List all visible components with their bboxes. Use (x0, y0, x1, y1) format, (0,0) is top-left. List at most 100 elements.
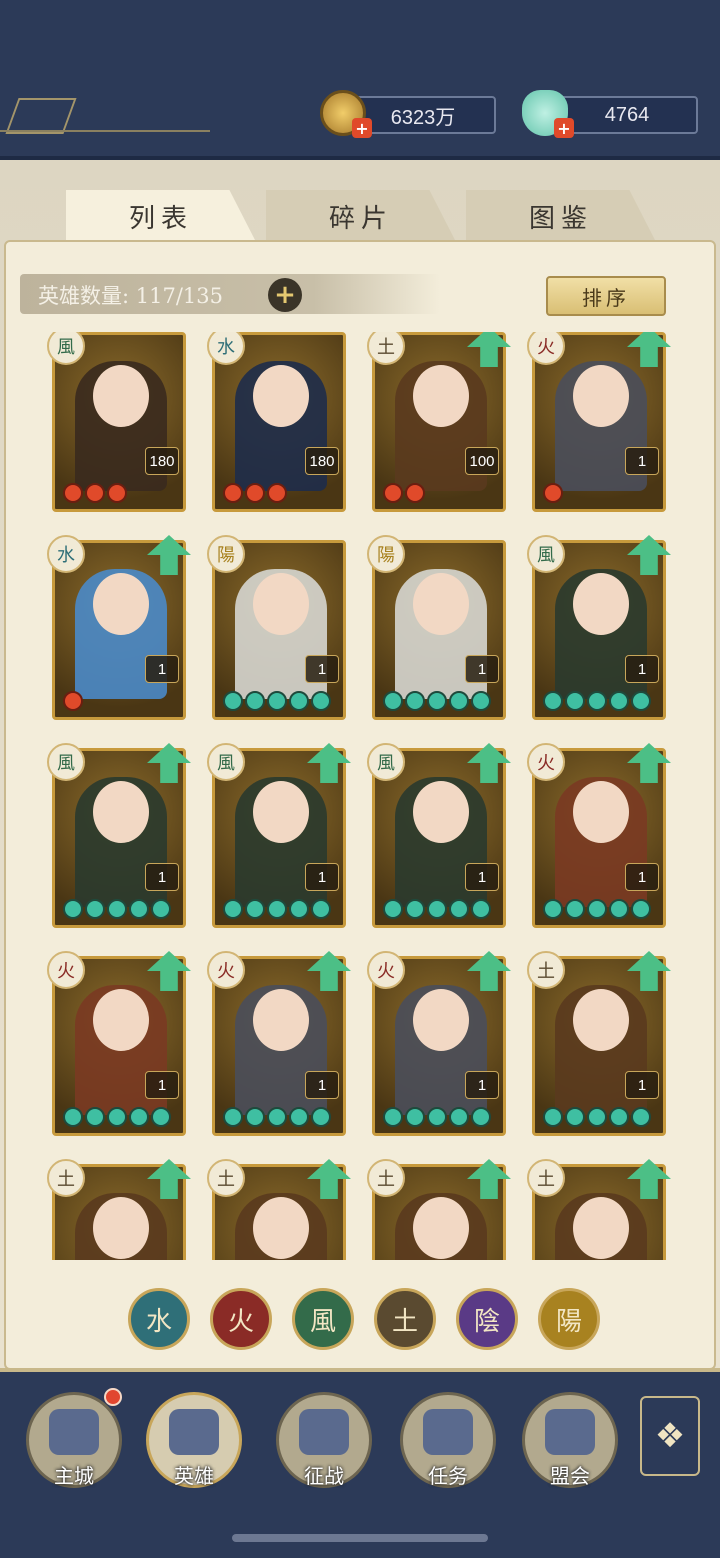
home-indicator[interactable] (232, 1534, 488, 1542)
hero-level: 1 (465, 655, 499, 683)
element-badge-icon: 土 (527, 951, 565, 989)
star-icon (289, 899, 309, 919)
upgrade-arrow-icon (147, 951, 191, 991)
hero-card[interactable]: 水1 (47, 535, 191, 720)
sort-button[interactable]: 排序 (546, 276, 666, 316)
hero-card[interactable]: 土 100 (367, 332, 511, 512)
hero-card[interactable]: 火1 (527, 743, 671, 928)
hero-face (93, 989, 149, 1051)
upgrade-arrow-icon (627, 743, 671, 783)
element-badge-icon: 風 (47, 743, 85, 781)
star-icon (383, 899, 403, 919)
hero-card[interactable]: 土 (47, 1159, 191, 1260)
hero-card[interactable]: 陽1 (367, 535, 506, 720)
hero-face (573, 573, 629, 635)
star-icon (587, 1107, 607, 1127)
hero-face (93, 1197, 149, 1259)
filter-yin-button[interactable]: 陰 (456, 1288, 518, 1350)
guild-pavilion-icon (545, 1409, 595, 1455)
star-icon (245, 483, 265, 503)
star-icon (449, 1107, 469, 1127)
hero-card[interactable]: 水 180 (207, 332, 346, 512)
filter-wind-button[interactable]: 風 (292, 1288, 354, 1350)
element-badge-icon: 火 (527, 332, 565, 365)
expand-hero-slots-button[interactable]: + (268, 278, 302, 312)
star-icon (471, 691, 491, 711)
star-rating (543, 691, 651, 711)
add-jade-button[interactable]: + (554, 118, 574, 138)
hero-level: 100 (465, 447, 499, 475)
hero-face (253, 989, 309, 1051)
star-rating (223, 1107, 331, 1127)
star-icon (383, 1107, 403, 1127)
hero-card[interactable]: 風1 (207, 743, 351, 928)
hero-level: 1 (465, 1071, 499, 1099)
hero-face (573, 1197, 629, 1259)
filter-earth-button[interactable]: 土 (374, 1288, 436, 1350)
filter-yang-button[interactable]: 陽 (538, 1288, 600, 1350)
hero-card[interactable]: 風1 (47, 743, 191, 928)
star-icon (609, 1107, 629, 1127)
hero-card[interactable]: 火1 (47, 951, 191, 1136)
star-icon (609, 691, 629, 711)
hero-grid-viewport[interactable]: 風 180 水 180 土 100 火 1 水 1 陽 1 陽 1 風 1 風 1 風 1 風 1 火 1 火 1 火 1 火 1 土 1 土土… (40, 332, 680, 1260)
star-rating (63, 899, 171, 919)
tab-fragments[interactable]: 碎片 (266, 190, 456, 242)
hero-level: 180 (145, 447, 179, 475)
star-icon (63, 483, 83, 503)
hero-face (93, 781, 149, 843)
star-rating (383, 483, 425, 503)
star-icon (405, 483, 425, 503)
element-badge-icon: 風 (367, 743, 405, 781)
hero-card[interactable]: 火1 (367, 951, 511, 1136)
hero-card[interactable]: 陽1 (207, 535, 346, 720)
star-icon (245, 899, 265, 919)
star-icon (311, 1107, 331, 1127)
add-coins-button[interactable]: + (352, 118, 372, 138)
element-badge-icon: 水 (207, 332, 245, 365)
hero-card[interactable]: 火1 (207, 951, 351, 1136)
star-icon (267, 1107, 287, 1127)
element-badge-icon: 水 (47, 535, 85, 573)
tab-codex[interactable]: 图鉴 (466, 190, 656, 242)
filter-fire-button[interactable]: 火 (210, 1288, 272, 1350)
star-icon (383, 691, 403, 711)
star-icon (311, 691, 331, 711)
element-badge-icon: 風 (527, 535, 565, 573)
star-icon (63, 899, 83, 919)
filter-water-button[interactable]: 水 (128, 1288, 190, 1350)
hero-card[interactable]: 土 (527, 1159, 671, 1260)
star-icon (107, 899, 127, 919)
hero-level: 1 (465, 863, 499, 891)
star-icon (405, 1107, 425, 1127)
star-rating (223, 691, 331, 711)
hero-card[interactable]: 風 180 (47, 332, 186, 512)
hero-card[interactable]: 風1 (367, 743, 511, 928)
star-rating (543, 483, 563, 503)
tab-list[interactable]: 列表 (66, 190, 256, 242)
star-icon (223, 1107, 243, 1127)
star-icon (471, 1107, 491, 1127)
hero-card[interactable]: 土 (367, 1159, 511, 1260)
star-icon (427, 1107, 447, 1127)
star-icon (405, 691, 425, 711)
hero-level: 1 (625, 655, 659, 683)
element-badge-icon: 火 (47, 951, 85, 989)
hero-card[interactable]: 土1 (527, 951, 671, 1136)
star-rating (63, 483, 127, 503)
hero-face (253, 365, 309, 427)
upgrade-arrow-icon (627, 535, 671, 575)
star-icon (471, 899, 491, 919)
star-rating (383, 691, 491, 711)
star-icon (107, 483, 127, 503)
hero-card[interactable]: 土 (207, 1159, 351, 1260)
upgrade-arrow-icon (467, 332, 511, 367)
hero-level: 1 (305, 863, 339, 891)
hero-level: 1 (625, 863, 659, 891)
star-icon (631, 1107, 651, 1127)
hero-card[interactable]: 火1 (527, 332, 671, 512)
upgrade-arrow-icon (147, 535, 191, 575)
upgrade-arrow-icon (467, 1159, 511, 1199)
more-menu-button[interactable]: ❖ (640, 1396, 700, 1476)
hero-card[interactable]: 風1 (527, 535, 671, 720)
